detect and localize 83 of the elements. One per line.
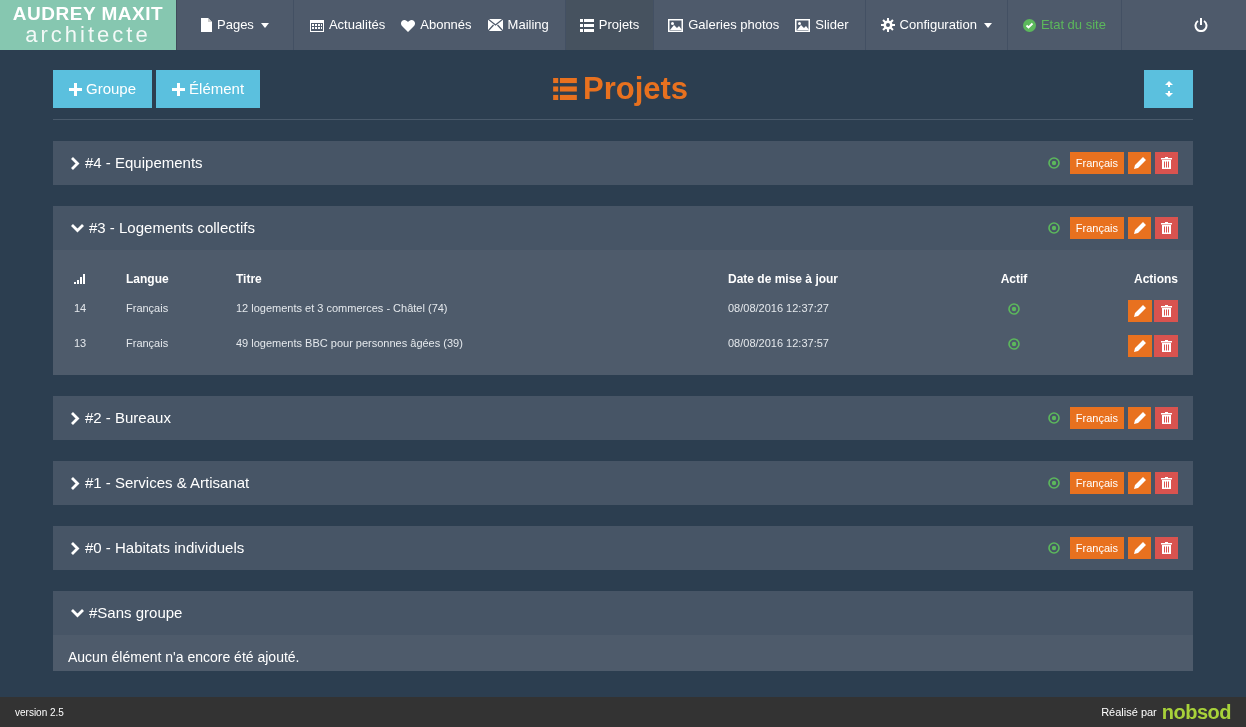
column-header: Date de mise à jour [727,270,840,288]
trash-icon [1161,412,1172,424]
delete-button[interactable] [1155,217,1178,239]
gear-icon [880,18,895,32]
caret-icon [260,22,269,28]
column-header: Actions [1133,270,1178,288]
trash-icon [1160,304,1172,317]
edit-button[interactable] [1128,472,1151,494]
group-title: #2 - Bureaux [85,407,171,428]
image-icon [795,18,811,32]
column-header: Actif [999,270,1029,288]
page-title: Projets [583,69,689,108]
delete-button[interactable] [1155,537,1178,559]
edit-button[interactable] [1128,152,1151,174]
list-icon [579,18,594,32]
table-cell-text: 08/08/2016 12:37:57 [727,336,830,352]
group-header[interactable]: #Sans groupe [53,591,1193,635]
trash-icon [1161,157,1172,169]
group-title: #4 - Equipements [85,152,203,173]
check-circle-icon [1022,18,1036,32]
group-title: #1 - Services & Artisanat [85,472,250,493]
trash-icon [1160,339,1172,352]
signal-bars-icon [74,273,86,284]
version-text: version 2.5 [15,705,64,720]
nav-link[interactable]: Projets [565,0,655,50]
table-cell-text: 13 [73,336,88,352]
group-header[interactable]: #4 - Equipements Français [53,141,1193,185]
column-header: Langue [125,270,170,288]
column-header: Titre [235,270,263,288]
edit-button[interactable] [1128,217,1151,239]
table-cell-text: Français [125,336,170,352]
table-cell-text: 08/08/2016 12:37:27 [727,301,830,317]
table-cell-text: 14 [73,301,88,317]
plus-icon [69,82,82,96]
image-icon [668,18,684,32]
nav-link[interactable]: Actualités [293,0,394,50]
delete-button[interactable] [1154,299,1178,322]
group-header[interactable]: #3 - Logements collectifs Français [53,206,1193,250]
calendar-icon [309,18,324,32]
brand-link[interactable]: nobsod [1161,702,1231,722]
nav-link[interactable]: Configuration [865,0,1008,50]
group-header[interactable]: #0 - Habitats individuels Français [53,526,1193,570]
table-cell-text: 12 logements et 3 commerces - Châtel (74) [235,301,449,317]
file-icon [201,18,212,32]
group-title: #3 - Logements collectifs [89,217,255,238]
pencil-icon [1133,157,1146,169]
empty-message: Aucun élément n'a encore été ajouté. [68,647,300,667]
group-header[interactable]: #2 - Bureaux Français [53,396,1193,440]
heart-icon [401,18,416,32]
pencil-icon [1134,339,1146,352]
group-header[interactable]: #1 - Services & Artisanat Français [53,461,1193,505]
list-icon [553,78,577,100]
trash-icon [1161,542,1172,554]
caret-icon [983,22,992,28]
nav-link[interactable]: Galeries photos [654,0,788,50]
delete-button[interactable] [1155,472,1178,494]
nav-link[interactable]: Slider [787,0,866,50]
trash-icon [1161,477,1172,489]
group-title: #0 - Habitats individuels [85,537,245,558]
delete-button[interactable] [1155,407,1178,429]
credit-text: Réalisé par [1101,704,1157,720]
nav-link[interactable]: Pages [177,0,294,50]
table-cell-text: Français [125,301,170,317]
pencil-icon [1133,222,1146,234]
pencil-icon [1133,412,1146,424]
nav-link[interactable]: Abonnés [393,0,480,50]
group-title: #Sans groupe [89,602,183,623]
table-cell-text: 49 logements BBC pour personnes âgées (39) [235,336,464,352]
trash-icon [1161,222,1172,234]
delete-button[interactable] [1154,334,1178,357]
envelope-icon [487,19,503,31]
edit-button[interactable] [1128,537,1151,559]
nav-link[interactable]: Mailing [479,0,566,50]
edit-button[interactable] [1128,299,1152,322]
edit-button[interactable] [1128,334,1152,357]
power-icon [1194,18,1208,32]
up-down-arrows-icon [1164,81,1173,97]
pencil-icon [1134,304,1146,317]
pencil-icon [1133,477,1146,489]
delete-button[interactable] [1155,152,1178,174]
plus-icon [172,82,186,96]
edit-button[interactable] [1128,407,1151,429]
pencil-icon [1133,542,1146,554]
